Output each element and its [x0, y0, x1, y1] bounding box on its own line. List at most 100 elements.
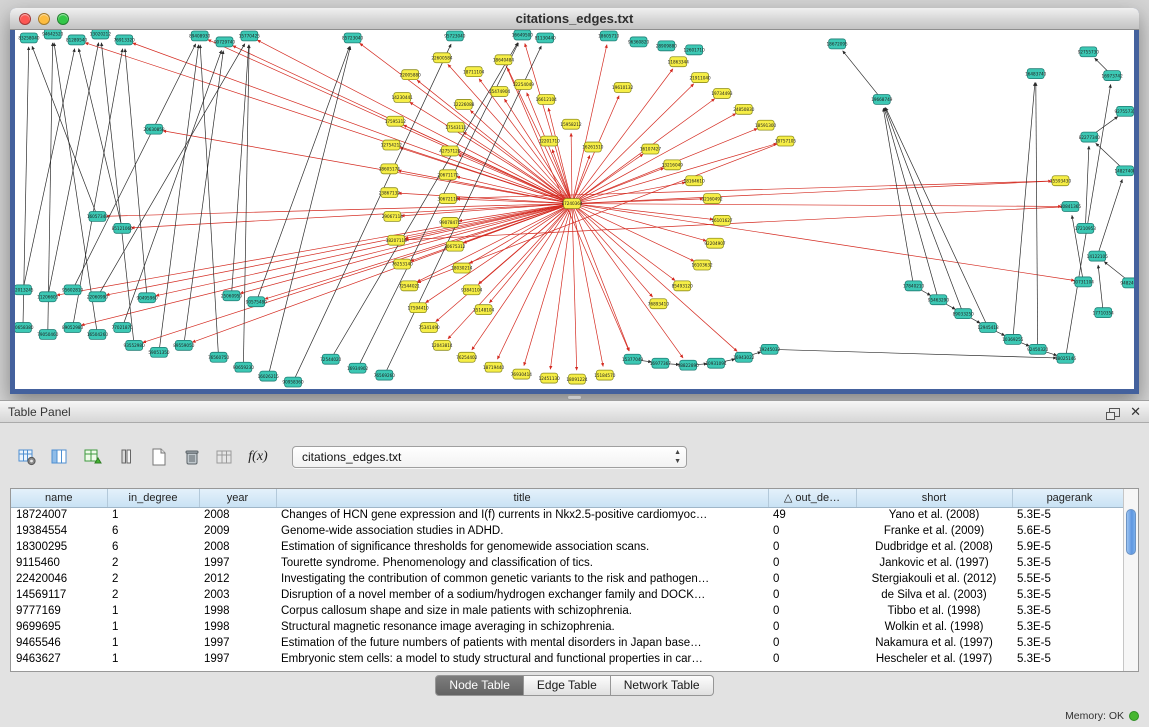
graph-node[interactable]: 12013245 [15, 285, 34, 295]
column-header-title[interactable]: title [276, 489, 768, 507]
graph-node[interactable]: 96360820 [628, 37, 650, 47]
table-row[interactable]: 1872400712008Changes of HCN gene express… [11, 507, 1127, 523]
graph-node[interactable]: 95723040 [444, 31, 466, 41]
show-columns-icon[interactable] [47, 444, 73, 470]
graph-node[interactable]: 90658380 [15, 323, 34, 333]
graph-node[interactable]: 16649500 [512, 30, 534, 40]
import-table-icon[interactable] [212, 444, 238, 470]
graph-node[interactable]: 93841104 [461, 285, 483, 295]
column-header-short[interactable]: short [856, 489, 1012, 507]
graph-node[interactable]: 16261510 [582, 142, 604, 152]
graph-node[interactable]: 38207116 [386, 235, 408, 245]
graph-node[interactable]: 17240364 [561, 199, 583, 209]
close-panel-icon[interactable]: ✕ [1130, 401, 1141, 423]
table-selector-dropdown[interactable]: citations_edges.txt ▲▼ [292, 446, 687, 468]
graph-node[interactable]: 90659230 [233, 362, 255, 372]
table-row[interactable]: 2242004622012Investigating the contribut… [11, 571, 1127, 587]
graph-node[interactable]: 90729740 [214, 37, 236, 47]
graph-node[interactable]: 16977367 [650, 358, 672, 368]
graph-node[interactable]: 12254049 [513, 80, 535, 90]
graph-node[interactable]: 21911040 [690, 73, 712, 83]
graph-node[interactable]: 16026215 [258, 371, 280, 381]
graph-node[interactable]: 75341490 [418, 323, 440, 333]
delete-column-icon[interactable] [179, 444, 205, 470]
graph-node[interactable]: 16612104 [536, 94, 558, 104]
graph-node[interactable]: 18711104 [463, 67, 485, 77]
graph-node[interactable]: 76930414 [511, 369, 533, 379]
graph-node[interactable]: 17594410 [408, 303, 430, 313]
graph-node[interactable]: 76253140 [392, 259, 414, 269]
graph-node[interactable]: 22060990 [87, 292, 109, 302]
graph-node[interactable]: 18640484 [493, 55, 515, 65]
graph-node[interactable]: 94824050 [1120, 278, 1134, 288]
graph-node[interactable]: 11863344 [668, 57, 690, 67]
graph-node[interactable]: 99078470 [439, 217, 461, 227]
graph-node[interactable]: 17595312 [385, 116, 407, 126]
graph-node[interactable]: 89052980 [62, 323, 84, 333]
graph-node[interactable]: 18605174 [379, 164, 401, 174]
graph-node[interactable]: 18591300 [755, 120, 777, 130]
column-header-out_de[interactable]: △ out_de… [768, 489, 856, 507]
graph-node[interactable]: 81289540 [66, 35, 88, 45]
table-row[interactable]: 911546021997Tourette syndrome. Phenomeno… [11, 555, 1127, 571]
table-options-icon[interactable] [14, 444, 40, 470]
graph-node[interactable]: 12043814 [431, 340, 453, 350]
graph-node[interactable]: 18164610 [684, 176, 706, 186]
table-row[interactable]: 1830029562008Estimation of significance … [11, 539, 1127, 555]
graph-node[interactable]: 16934902 [347, 363, 369, 373]
graph-node[interactable]: 17210953 [1075, 223, 1097, 233]
graph-node[interactable]: 15148104 [473, 305, 495, 315]
table-row[interactable]: 969969511998Structural magnetic resonanc… [11, 619, 1127, 635]
graph-node[interactable]: 18030214 [451, 263, 473, 273]
graph-node[interactable]: 22600584 [431, 53, 453, 63]
graph-node[interactable]: 12945418 [977, 323, 999, 333]
graph-node[interactable]: 92450320 [1027, 344, 1049, 354]
graph-node[interactable]: 85121060 [112, 223, 134, 233]
table-row[interactable]: 977716911998Corpus callosum shape and si… [11, 603, 1127, 619]
graph-node[interactable]: 15184570 [594, 370, 616, 380]
graph-node[interactable]: 10841365 [1060, 202, 1082, 212]
float-panel-icon[interactable] [1109, 408, 1120, 417]
graph-node[interactable]: 15474904 [489, 87, 511, 97]
graph-node[interactable]: 22005880 [400, 70, 422, 80]
graph-node[interactable]: 10931094 [705, 358, 727, 368]
graph-node[interactable]: 18091224 [566, 374, 588, 384]
graph-node[interactable]: 17710354 [1093, 308, 1115, 318]
graph-node[interactable]: 30675312 [444, 241, 466, 251]
zoom-window-button[interactable] [57, 13, 69, 25]
graph-node[interactable]: 16943022 [733, 352, 755, 362]
graph-node[interactable]: 83258040 [18, 33, 40, 43]
graph-node[interactable]: 14827400 [1114, 166, 1134, 176]
row-height-icon[interactable] [113, 444, 139, 470]
function-builder-icon[interactable]: f(x) [245, 444, 271, 470]
graph-node[interactable]: 15770425 [239, 31, 261, 41]
scrollbar-thumb[interactable] [1126, 509, 1136, 555]
graph-node[interactable]: 11206605 [37, 292, 59, 302]
close-window-button[interactable] [19, 13, 31, 25]
tab-edge-table[interactable]: Edge Table [524, 675, 611, 696]
graph-node[interactable]: 12226088 [453, 99, 475, 109]
graph-node[interactable]: 42757120 [439, 146, 461, 156]
tab-network-table[interactable]: Network Table [611, 675, 714, 696]
graph-node[interactable]: 15377049 [622, 354, 644, 364]
graph-node[interactable]: 25060950 [221, 291, 243, 301]
graph-node[interactable]: 98822890 [678, 360, 700, 370]
graph-node[interactable]: 13216049 [662, 160, 684, 170]
graph-node[interactable]: 79050460 [37, 329, 59, 339]
graph-node[interactable]: 14230441 [392, 92, 414, 102]
graph-node[interactable]: 12601710 [684, 45, 706, 55]
minimize-window-button[interactable] [38, 13, 50, 25]
graph-node[interactable]: 18605710 [598, 31, 620, 41]
graph-node[interactable]: 10369255 [1002, 334, 1024, 344]
graph-node[interactable]: 17543110 [445, 122, 467, 132]
graph-node[interactable]: 17840210 [903, 281, 925, 291]
graph-node[interactable]: 76560750 [208, 352, 230, 362]
graph-node[interactable]: 94642520 [42, 30, 64, 39]
graph-node[interactable]: 90575480 [246, 297, 268, 307]
graph-node[interactable]: 95602810 [62, 285, 84, 295]
tab-node-table[interactable]: Node Table [435, 675, 524, 696]
column-header-in_degree[interactable]: in_degree [107, 489, 199, 507]
graph-node[interactable]: 77021870 [112, 323, 134, 333]
graph-node[interactable]: 24850830 [733, 104, 755, 114]
graph-node[interactable]: 85723040 [342, 33, 364, 43]
